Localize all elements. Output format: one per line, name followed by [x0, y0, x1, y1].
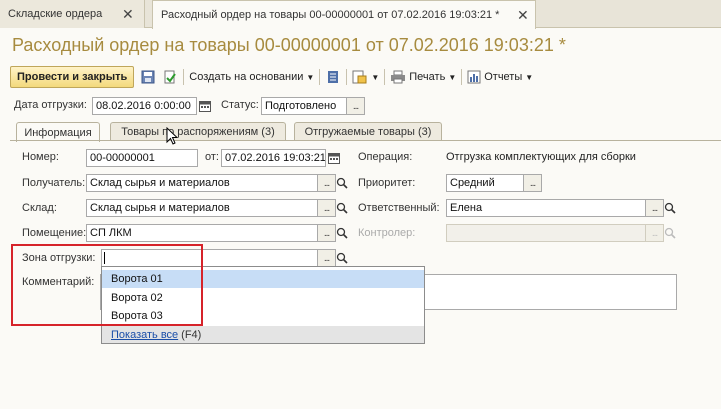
warehouse-label: Склад:	[22, 202, 57, 214]
search-icon[interactable]	[335, 224, 349, 242]
search-icon[interactable]	[335, 199, 349, 217]
chevron-down-icon: ▼	[525, 72, 534, 82]
from-date-input[interactable]: 07.02.2016 19:03:21	[221, 149, 326, 167]
toolbar: Провести и закрыть Создать на основании …	[10, 66, 533, 88]
toolbar-separator	[319, 69, 321, 85]
print-label: Печать	[409, 71, 446, 83]
list-icon[interactable]	[325, 69, 341, 85]
status-select-button[interactable]: ...	[347, 97, 365, 115]
number-input[interactable]: 00-00000001	[86, 149, 198, 167]
reports-menu[interactable]: Отчеты ▼	[467, 70, 533, 84]
number-label: Номер:	[22, 151, 59, 163]
controller-input	[446, 224, 646, 242]
highlight-box	[11, 244, 203, 326]
chevron-down-icon: ▼	[306, 72, 315, 82]
search-icon	[663, 224, 677, 242]
reports-icon	[467, 70, 481, 84]
ship-date-label: Дата отгрузки:	[14, 99, 87, 111]
controller-label: Контролер:	[358, 227, 416, 239]
window-tab-label: Складские ордера	[8, 8, 103, 20]
toolbar-separator	[461, 69, 463, 85]
create-based-on-menu[interactable]: Создать на основании ▼	[189, 71, 314, 83]
responsible-select-button[interactable]: ...	[646, 199, 664, 217]
premises-label: Помещение:	[22, 227, 87, 239]
show-all-hotkey: (F4)	[181, 328, 202, 341]
priority-input[interactable]: Средний	[446, 174, 524, 192]
window-tab-label: Расходный ордер на товары 00-00000001 от…	[161, 9, 500, 21]
operation-value: Отгрузка комплектующих для сборки	[446, 151, 636, 163]
ship-date-input[interactable]: 08.02.2016 0:00:00	[92, 97, 197, 115]
premises-input[interactable]: СП ЛКМ	[86, 224, 318, 242]
document-structure-icon	[352, 70, 367, 84]
mouse-cursor-icon	[166, 127, 179, 145]
window-tab-warehouse-orders[interactable]: Складские ордера ✕	[0, 0, 145, 28]
shipping-zone-select-button[interactable]: ...	[318, 249, 336, 267]
operation-label: Операция:	[358, 151, 413, 163]
toolbar-separator	[183, 69, 185, 85]
recipient-label: Получатель:	[22, 177, 86, 189]
search-icon[interactable]	[335, 174, 349, 192]
chevron-down-icon: ▼	[371, 72, 380, 82]
priority-label: Приоритет:	[358, 177, 416, 189]
tab-information[interactable]: Информация	[16, 122, 100, 142]
tab-shipped-goods[interactable]: Отгружаемые товары (3)	[294, 122, 442, 141]
from-label: от:	[205, 151, 219, 163]
tab-goods-by-orders[interactable]: Товары по распоряжениям (3)	[110, 122, 286, 141]
premises-select-button[interactable]: ...	[318, 224, 336, 242]
chevron-down-icon: ▼	[448, 72, 457, 82]
toolbar-separator	[346, 69, 348, 85]
close-icon[interactable]: ✕	[122, 6, 134, 23]
search-icon[interactable]	[663, 199, 677, 217]
search-icon[interactable]	[335, 249, 349, 267]
warehouse-input[interactable]: Склад сырья и материалов	[86, 199, 318, 217]
warehouse-select-button[interactable]: ...	[318, 199, 336, 217]
recipient-select-button[interactable]: ...	[318, 174, 336, 192]
calendar-icon[interactable]	[326, 149, 342, 167]
recipient-input[interactable]: Склад сырья и материалов	[86, 174, 318, 192]
show-all-link[interactable]: Показать все	[111, 329, 178, 341]
create-based-on-label: Создать на основании	[189, 71, 304, 83]
controller-select-button: ...	[646, 224, 664, 242]
calendar-icon[interactable]	[197, 97, 213, 115]
printer-icon	[391, 70, 406, 84]
status-label: Статус:	[221, 99, 259, 111]
responsible-input[interactable]: Елена	[446, 199, 646, 217]
print-menu[interactable]: Печать ▼	[390, 70, 456, 84]
status-input[interactable]: Подготовлено	[261, 97, 347, 115]
post-icon[interactable]	[162, 69, 178, 85]
toolbar-separator	[384, 69, 386, 85]
priority-select-button[interactable]: ...	[524, 174, 542, 192]
dropdown-footer: Показать все (F4)	[102, 326, 424, 343]
post-and-close-button[interactable]: Провести и закрыть	[10, 66, 135, 88]
tab-panel-border	[10, 140, 721, 141]
save-icon[interactable]	[140, 69, 156, 85]
reports-label: Отчеты	[484, 71, 523, 83]
close-icon[interactable]: ✕	[517, 7, 529, 24]
window-tab-expense-order[interactable]: Расходный ордер на товары 00-00000001 от…	[152, 0, 536, 29]
responsible-label: Ответственный:	[358, 202, 440, 214]
structure-menu[interactable]: ▼	[352, 70, 379, 84]
page-title: Расходный ордер на товары 00-00000001 от…	[12, 35, 566, 55]
